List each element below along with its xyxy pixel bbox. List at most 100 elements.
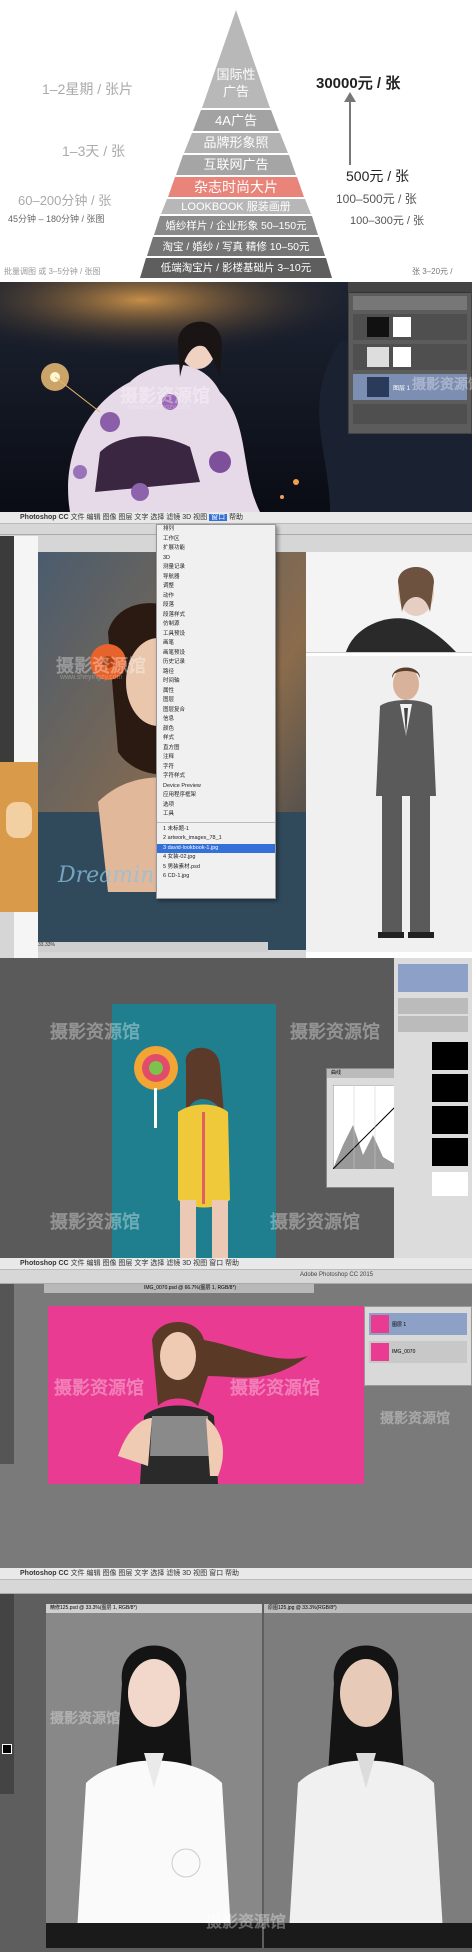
menu-3d-4[interactable]: 3D bbox=[182, 1260, 191, 1267]
menu-item-char-style[interactable]: 字符样式 bbox=[157, 772, 275, 782]
menu-item-extensions[interactable]: 扩展功能 bbox=[157, 544, 275, 554]
time-label-4: 45分钟 – 180分钟 / 张图 bbox=[8, 214, 105, 224]
menu-item-properties[interactable]: 属性 bbox=[157, 687, 275, 697]
menu-item-doc-4[interactable]: 4 女装-02.jpg bbox=[157, 853, 275, 863]
tier-internet: 互联网广告 bbox=[203, 157, 269, 172]
menu-file-5[interactable]: 文件 bbox=[71, 1570, 85, 1577]
doc-tab-5-left[interactable]: 精修125.psd @ 33.3%(图层 1, RGB/8*) bbox=[46, 1604, 262, 1613]
menu-item-histogram[interactable]: 直方图 bbox=[157, 744, 275, 754]
menu-type-2[interactable]: 文字 bbox=[134, 514, 148, 521]
menu-view-4[interactable]: 视图 bbox=[193, 1260, 207, 1267]
menu-item-doc-5[interactable]: 5 男装素材.psd bbox=[157, 863, 275, 873]
layer-row-bg[interactable] bbox=[353, 404, 467, 424]
menu-view-5[interactable]: 视图 bbox=[193, 1570, 207, 1577]
menu-edit-2[interactable]: 编辑 bbox=[87, 514, 101, 521]
menu-image-4[interactable]: 图像 bbox=[102, 1260, 116, 1267]
layer-thumb-3 bbox=[367, 377, 389, 397]
menu-help-5[interactable]: 帮助 bbox=[225, 1570, 239, 1577]
menu-item-doc-2[interactable]: 2 artwork_images_78_1 bbox=[157, 834, 275, 844]
layer-row-3a[interactable] bbox=[398, 998, 468, 1014]
price-label-1: 30000元 / 张 bbox=[316, 75, 401, 92]
menu-item-tool-presets[interactable]: 工具预设 bbox=[157, 630, 275, 640]
menu-item-info[interactable]: 信息 bbox=[157, 715, 275, 725]
menu-item-clone[interactable]: 仿制源 bbox=[157, 620, 275, 630]
menu-item-navigator[interactable]: 导航器 bbox=[157, 573, 275, 583]
window-menu-dropdown[interactable]: 排列 工作区 扩展功能 3D 测量记录 导航器 调整 动作 段落 段落样式 仿制… bbox=[156, 524, 276, 899]
menu-filter-5[interactable]: 滤镜 bbox=[166, 1570, 180, 1577]
menu-item-measure[interactable]: 测量记录 bbox=[157, 563, 275, 573]
ps-toolbar-5[interactable] bbox=[0, 1594, 14, 1794]
menu-layer-5[interactable]: 图层 bbox=[118, 1570, 132, 1577]
menu-item-3d[interactable]: 3D bbox=[157, 554, 275, 564]
menu-type-5[interactable]: 文字 bbox=[134, 1570, 148, 1577]
layer-row-2[interactable] bbox=[353, 344, 467, 370]
menu-item-color[interactable]: 颜色 bbox=[157, 725, 275, 735]
menu-item-doc-1[interactable]: 1 未标题-1 bbox=[157, 825, 275, 835]
menu-item-tools[interactable]: 工具 bbox=[157, 810, 275, 820]
tier-brand: 品牌形象照 bbox=[203, 135, 269, 150]
watermark-5b: 摄影资源馆 bbox=[50, 1710, 120, 1726]
menu-item-character[interactable]: 字符 bbox=[157, 763, 275, 773]
menu-item-doc-3[interactable]: 3 david-lookbook-1.jpg bbox=[157, 843, 275, 853]
menu-file-2[interactable]: 文件 bbox=[71, 514, 85, 521]
ps-menubar-5: Photoshop CC 文件 编辑 图像 图层 文字 选择 滤镜 3D 视图 … bbox=[0, 1568, 472, 1580]
menu-layer-4[interactable]: 图层 bbox=[118, 1260, 132, 1267]
ps-app-name-2: Photoshop CC bbox=[20, 514, 69, 521]
photo-block-ps-menu: Photoshop CC 文件 编辑 图像 图层 文字 选择 滤镜 3D 视图 … bbox=[0, 512, 472, 958]
menu-window-5[interactable]: 窗口 bbox=[209, 1570, 223, 1577]
menu-item-device-preview[interactable]: Device Preview bbox=[157, 782, 275, 792]
menu-item-para-style[interactable]: 段落样式 bbox=[157, 611, 275, 621]
menu-window-4[interactable]: 窗口 bbox=[209, 1260, 223, 1267]
layer-row-4a[interactable]: 图层 1 bbox=[369, 1313, 467, 1335]
menu-filter-4[interactable]: 滤镜 bbox=[166, 1260, 180, 1267]
menu-item-workspace[interactable]: 工作区 bbox=[157, 535, 275, 545]
menu-item-timeline[interactable]: 时间轴 bbox=[157, 677, 275, 687]
menu-item-history[interactable]: 历史记录 bbox=[157, 658, 275, 668]
menu-item-brush-presets[interactable]: 画笔预设 bbox=[157, 649, 275, 659]
menu-3d-2[interactable]: 3D bbox=[182, 514, 191, 521]
menu-item-options[interactable]: 选项 bbox=[157, 801, 275, 811]
menu-layer-2[interactable]: 图层 bbox=[118, 514, 132, 521]
menu-file-4[interactable]: 文件 bbox=[71, 1260, 85, 1267]
menu-item-actions[interactable]: 动作 bbox=[157, 592, 275, 602]
menu-item-arrange[interactable]: 排列 bbox=[157, 525, 275, 535]
menu-type-4[interactable]: 文字 bbox=[134, 1260, 148, 1267]
menu-item-paths[interactable]: 路径 bbox=[157, 668, 275, 678]
layer-name-4a: 图层 1 bbox=[392, 1321, 407, 1328]
fg-color-swatch[interactable] bbox=[2, 1744, 12, 1754]
menu-item-layers[interactable]: 图层 bbox=[157, 696, 275, 706]
menu-item-doc-6[interactable]: 6 CD-1.jpg bbox=[157, 872, 275, 882]
menu-item-brush[interactable]: 画笔 bbox=[157, 639, 275, 649]
menu-filter-2[interactable]: 滤镜 bbox=[166, 514, 180, 521]
menu-item-layer-comps[interactable]: 图层复合 bbox=[157, 706, 275, 716]
doc-tab-4[interactable]: IMG_0070.psd @ 66.7%(图层 1, RGB/8*) bbox=[44, 1284, 314, 1293]
menu-image-2[interactable]: 图像 bbox=[102, 514, 116, 521]
layer-row-1[interactable] bbox=[353, 314, 467, 340]
layer-row-selected-3[interactable] bbox=[398, 964, 468, 992]
ps-toolbar-2[interactable] bbox=[0, 536, 14, 766]
menu-view-2[interactable]: 视图 bbox=[193, 514, 207, 521]
menu-select-2[interactable]: 选择 bbox=[150, 514, 164, 521]
menu-item-app-frame[interactable]: 应用程序框架 bbox=[157, 791, 275, 801]
menu-item-adjust[interactable]: 调整 bbox=[157, 582, 275, 592]
menu-edit-4[interactable]: 编辑 bbox=[87, 1260, 101, 1267]
menu-help-2[interactable]: 帮助 bbox=[229, 514, 243, 521]
photo-block-kimono: 图层 1 摄影资源馆 www.sheyingzy.com 摄影资源馆 bbox=[0, 282, 472, 512]
menu-item-styles[interactable]: 样式 bbox=[157, 734, 275, 744]
menu-edit-5[interactable]: 编辑 bbox=[87, 1570, 101, 1577]
doc-tab-5-right[interactable]: 原图125.jpg @ 33.3%(RGB/8*) bbox=[264, 1604, 472, 1613]
menu-select-5[interactable]: 选择 bbox=[150, 1570, 164, 1577]
menu-3d-5[interactable]: 3D bbox=[182, 1570, 191, 1577]
menu-select-4[interactable]: 选择 bbox=[150, 1260, 164, 1267]
layer-row-3b[interactable] bbox=[398, 1016, 468, 1032]
menu-image-5[interactable]: 图像 bbox=[102, 1570, 116, 1577]
menu-help-4[interactable]: 帮助 bbox=[225, 1260, 239, 1267]
menu-item-notes[interactable]: 注释 bbox=[157, 753, 275, 763]
ps-toolbar-4[interactable] bbox=[0, 1284, 14, 1464]
layer-row-4b[interactable]: IMG_0070 bbox=[369, 1341, 467, 1363]
photo-block-before-after: Photoshop CC 文件 编辑 图像 图层 文字 选择 滤镜 3D 视图 … bbox=[0, 1568, 472, 1952]
watermark-3c: 摄影资源馆 bbox=[50, 1212, 140, 1232]
menu-item-paragraph[interactable]: 段落 bbox=[157, 601, 275, 611]
menu-window-2[interactable]: 窗口 bbox=[209, 514, 228, 521]
time-label-1: 1–2星期 / 张片 bbox=[42, 81, 134, 97]
